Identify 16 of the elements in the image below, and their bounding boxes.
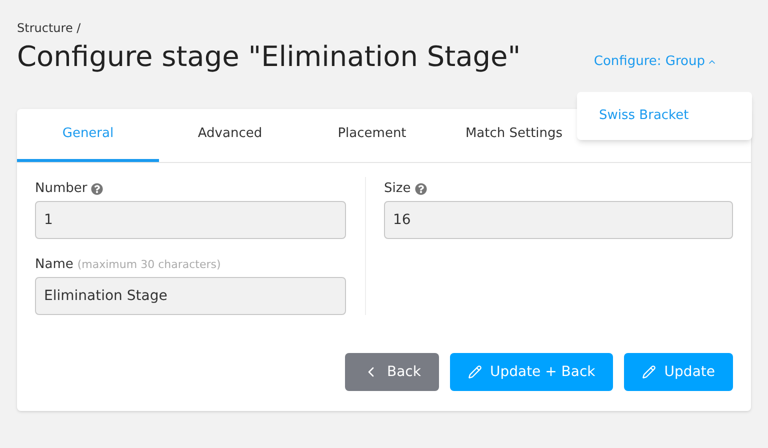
- help-icon[interactable]: [91, 183, 104, 195]
- field-hint: (maximum 30 characters): [77, 256, 221, 273]
- field-label: Size: [384, 180, 411, 198]
- tab[interactable]: Advanced: [159, 109, 301, 162]
- tab[interactable]: Placement: [301, 109, 443, 162]
- input-field[interactable]: Elimination Stage: [35, 277, 346, 315]
- input-field[interactable]: 1: [35, 201, 346, 239]
- pencil-icon: [642, 365, 656, 379]
- help-icon[interactable]: [414, 183, 427, 195]
- input-field[interactable]: 16: [384, 201, 733, 239]
- field-label: Number: [35, 180, 88, 198]
- breadcrumb[interactable]: Structure /: [17, 19, 521, 37]
- page-title: Configure stage "Elimination Stage": [17, 39, 521, 75]
- pencil-icon: [468, 365, 482, 379]
- field-label: Name: [35, 256, 74, 274]
- back-button[interactable]: Back: [344, 353, 439, 391]
